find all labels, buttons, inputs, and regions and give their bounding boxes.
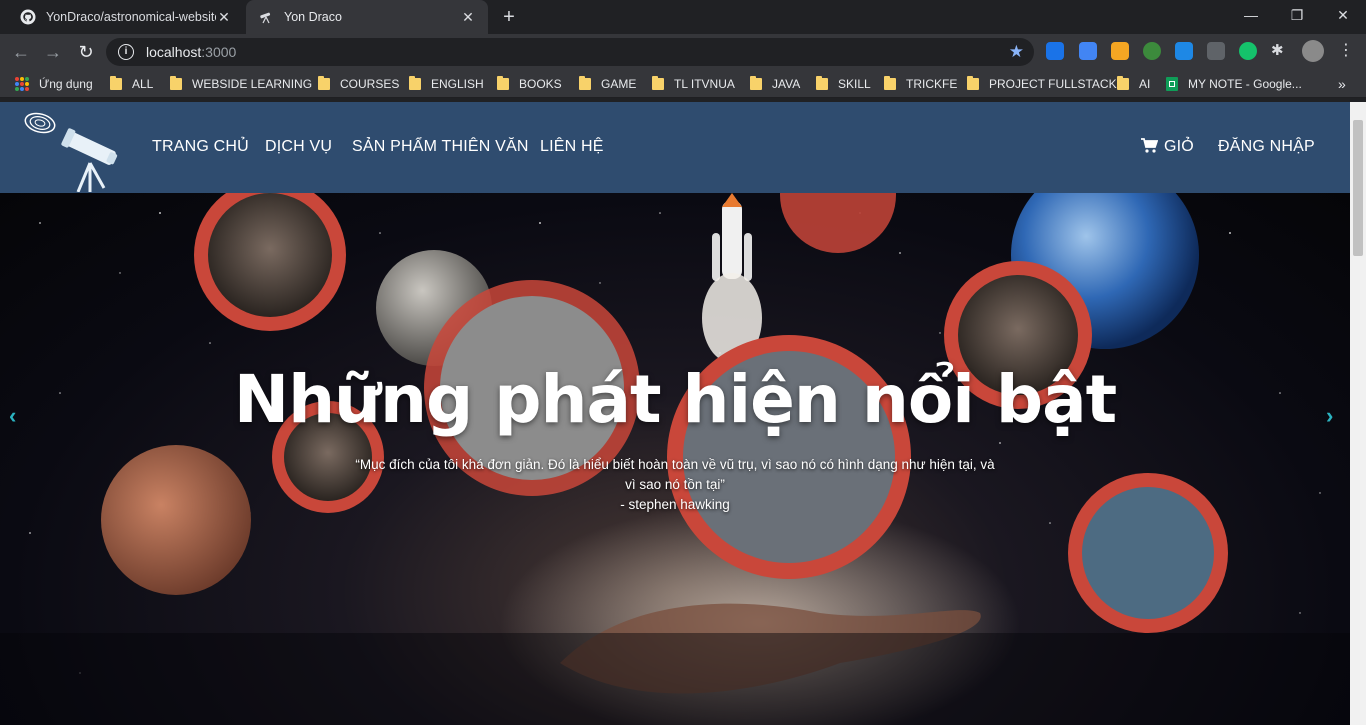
close-icon[interactable]: ✕ (216, 9, 232, 26)
browser-toolbar: ← → ↻ i localhost:3000 ★ ✱ ⋮ (0, 34, 1366, 70)
hero-title: Những phát hiện nổi bật (233, 361, 1117, 438)
bookmark-folder[interactable]: WEBSIDE LEARNING (170, 70, 312, 98)
carousel-next-icon[interactable]: › (1326, 403, 1333, 429)
bookmark-folder[interactable]: AI (1117, 70, 1150, 98)
bookmark-label: TL ITVNUA (674, 77, 735, 91)
address-bar[interactable]: i localhost:3000 ★ (106, 38, 1034, 66)
folder-icon (170, 76, 182, 90)
folder-icon (652, 76, 664, 90)
bookmark-label: MY NOTE - Google... (1188, 77, 1302, 91)
bookmark-label: TRICKFE (906, 77, 958, 91)
bookmark-label: JAVA (772, 77, 801, 91)
bookmark-folder[interactable]: GAME (579, 70, 636, 98)
minimize-button[interactable]: — (1228, 0, 1274, 30)
window-close-button[interactable]: ✕ (1320, 0, 1366, 30)
bookmark-folder[interactable]: ALL (110, 70, 153, 98)
page-scrollbar[interactable] (1350, 102, 1366, 725)
telescope-icon (260, 12, 271, 24)
browser-tab-github[interactable]: YonDraco/astronomical-website ✕ (8, 0, 244, 34)
bookmark-label: COURSES (340, 77, 400, 91)
bookmark-folder[interactable]: PROJECT FULLSTACK (967, 70, 1117, 98)
extension-pen-icon[interactable] (1207, 42, 1225, 60)
folder-icon (110, 76, 122, 90)
extension-globe-icon[interactable] (1143, 42, 1161, 60)
bookmark-folder[interactable]: ENGLISH (409, 70, 484, 98)
tab-title: YonDraco/astronomical-website (46, 10, 216, 24)
nav-products-link[interactable]: SẢN PHẨM THIÊN VĂN (352, 138, 529, 156)
folder-icon (1117, 76, 1129, 90)
bookmark-label: ENGLISH (431, 77, 484, 91)
bookmark-label: ALL (132, 77, 154, 91)
folder-icon (579, 76, 591, 90)
bookmark-label: BOOKS (519, 77, 562, 91)
bookmarks-overflow-button[interactable]: » (1338, 70, 1346, 98)
extension-j-icon[interactable] (1046, 42, 1064, 60)
site-navbar: TRANG CHỦ DỊCH VỤ SẢN PHẨM THIÊN VĂN LIÊ… (0, 102, 1350, 193)
forward-arrow-icon[interactable]: → (42, 41, 64, 63)
extension-s-icon[interactable] (1175, 42, 1193, 60)
apps-grid-icon (15, 77, 29, 91)
new-tab-button[interactable]: + (498, 6, 520, 28)
bookmark-star-icon[interactable]: ★ (1009, 42, 1024, 62)
nav-cart-link[interactable]: GIỎ (1141, 138, 1194, 156)
nav-home-link[interactable]: TRANG CHỦ (152, 138, 249, 156)
bookmark-folder[interactable]: SKILL (816, 70, 871, 98)
info-icon[interactable]: i (118, 44, 134, 60)
reload-icon[interactable]: ↻ (75, 41, 97, 63)
cart-icon (1141, 138, 1159, 153)
bookmark-folder[interactable]: JAVA (750, 70, 800, 98)
hero-quote-author: - stephen hawking (620, 497, 730, 512)
close-icon[interactable]: ✕ (460, 9, 476, 26)
extension-orange-icon[interactable] (1111, 42, 1129, 60)
tab-title: Yon Draco (284, 10, 342, 24)
browser-tab-yon-draco[interactable]: Yon Draco ✕ (246, 0, 488, 34)
bookmark-label: WEBSIDE LEARNING (192, 77, 313, 91)
browser-tab-bar: YonDraco/astronomical-website ✕ Yon Drac… (0, 0, 1366, 34)
folder-icon (750, 76, 762, 90)
telescope-logo[interactable] (22, 108, 122, 192)
address-port: :3000 (201, 44, 237, 60)
bookmark-folder[interactable]: TRICKFE (884, 70, 957, 98)
github-icon (20, 9, 36, 25)
hero-carousel: Những phát hiện nổi bật “Mục đích của tô… (0, 193, 1350, 725)
folder-icon (884, 76, 896, 90)
grammarly-icon[interactable] (1239, 42, 1257, 60)
bookmark-folder[interactable]: BOOKS (497, 70, 562, 98)
address-host: localhost (146, 44, 202, 60)
maximize-button[interactable]: ❐ (1274, 0, 1320, 30)
more-menu-icon[interactable]: ⋮ (1337, 42, 1355, 60)
folder-icon (409, 76, 421, 90)
bookmarks-bar: Ứng dụng ALL WEBSIDE LEARNING COURSES EN… (0, 70, 1366, 98)
bookmark-label: AI (1139, 77, 1151, 91)
bookmark-folder[interactable]: TL ITVNUA (652, 70, 735, 98)
folder-icon (816, 76, 828, 90)
google-sheets-icon (1166, 77, 1178, 91)
folder-icon (497, 76, 509, 90)
folder-icon (967, 76, 979, 90)
bookmark-label: GAME (601, 77, 637, 91)
bookmark-apps[interactable]: Ứng dụng (15, 70, 93, 98)
nav-login-link[interactable]: ĐĂNG NHẬP (1218, 138, 1315, 156)
profile-avatar[interactable] (1302, 40, 1324, 62)
carousel-prev-icon[interactable]: ‹ (9, 403, 16, 429)
bookmark-label: SKILL (838, 77, 871, 91)
hero-quote: “Mục đích của tôi khá đơn giản. Đó là hi… (355, 457, 995, 492)
scrollbar-thumb[interactable] (1353, 120, 1363, 256)
web-page: TRANG CHỦ DỊCH VỤ SẢN PHẨM THIÊN VĂN LIÊ… (0, 102, 1366, 725)
bookmark-folder[interactable]: COURSES (318, 70, 399, 98)
cart-label: GIỎ (1164, 138, 1194, 155)
bookmark-label: Ứng dụng (39, 77, 93, 91)
back-arrow-icon[interactable]: ← (10, 41, 32, 63)
bookmark-google-sheets[interactable]: MY NOTE - Google... (1166, 70, 1302, 98)
nav-services-link[interactable]: DỊCH VỤ (265, 138, 332, 156)
google-translate-icon[interactable] (1079, 42, 1097, 60)
extensions-puzzle-icon[interactable]: ✱ (1271, 42, 1289, 60)
folder-icon (318, 76, 330, 90)
bookmark-label: PROJECT FULLSTACK (989, 77, 1117, 91)
nav-contact-link[interactable]: LIÊN HỆ (540, 138, 604, 156)
